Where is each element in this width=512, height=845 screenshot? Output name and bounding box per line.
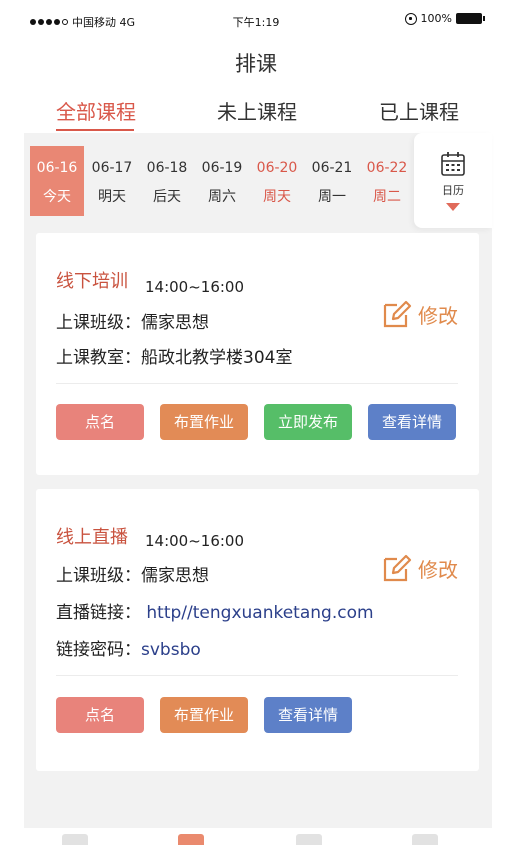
date-label: 06-21 xyxy=(311,160,353,176)
tab-bar-home-icon[interactable] xyxy=(62,834,88,845)
battery-icon xyxy=(456,13,485,24)
edit-icon xyxy=(383,554,412,582)
live-link-label: 直播链接： xyxy=(56,603,141,623)
divider xyxy=(56,675,458,676)
date-item-0622[interactable]: 06-22 周二 xyxy=(360,146,414,216)
course-card-online: 线上直播 14:00~16:00 上课班级：儒家思想 直播链接： http//t… xyxy=(36,489,479,771)
course-type: 线上直播 xyxy=(56,527,128,548)
room-value: 船政北教学楼304室 xyxy=(141,348,293,368)
weekday-label: 周天 xyxy=(263,189,291,205)
class-row: 上课班级：儒家思想 xyxy=(56,308,209,333)
calendar-icon xyxy=(441,152,465,176)
course-type: 线下培训 xyxy=(56,271,128,292)
date-label: 06-19 xyxy=(201,160,243,176)
link-password-row: 链接密码：svbsbo xyxy=(56,635,201,660)
assign-homework-button[interactable]: 布置作业 xyxy=(160,404,248,440)
link-password-label: 链接密码： xyxy=(56,640,141,660)
class-label: 上课班级： xyxy=(56,566,141,586)
calendar-button[interactable]: 日历 xyxy=(414,133,492,228)
edit-label: 修改 xyxy=(418,557,458,582)
rotation-lock-icon xyxy=(404,12,417,25)
class-value: 儒家思想 xyxy=(141,313,209,333)
class-row: 上课班级：儒家思想 xyxy=(56,561,209,586)
class-label: 上课班级： xyxy=(56,313,141,333)
divider xyxy=(56,383,458,384)
edit-button[interactable]: 修改 xyxy=(382,553,458,583)
date-label: 06-17 xyxy=(91,160,133,176)
live-link-row: 直播链接： http//tengxuanketang.com xyxy=(56,598,374,623)
assign-homework-button[interactable]: 布置作业 xyxy=(160,697,248,733)
course-time: 14:00~16:00 xyxy=(145,278,245,296)
date-item-0616[interactable]: 06-16 今天 xyxy=(30,146,84,216)
date-item-0618[interactable]: 06-18 后天 xyxy=(140,146,194,216)
page-title: 排课 xyxy=(235,52,277,76)
class-value: 儒家思想 xyxy=(141,566,209,586)
date-item-0621[interactable]: 06-21 周一 xyxy=(305,146,359,216)
roll-call-button[interactable]: 点名 xyxy=(56,404,144,440)
status-right: 100% xyxy=(404,12,485,25)
battery-label: 100% xyxy=(420,12,452,25)
edit-label: 修改 xyxy=(418,303,458,328)
tab-upcoming-courses[interactable]: 未上课程 xyxy=(217,96,297,125)
date-item-0619[interactable]: 06-19 周六 xyxy=(195,146,249,216)
room-row: 上课教室：船政北教学楼304室 xyxy=(56,343,292,368)
edit-button[interactable]: 修改 xyxy=(382,299,458,329)
tab-bar-courses-icon[interactable] xyxy=(296,834,322,845)
tab-finished-courses[interactable]: 已上课程 xyxy=(379,96,459,125)
edit-icon xyxy=(383,300,412,328)
weekday-label: 明天 xyxy=(98,189,126,205)
tab-all-courses[interactable]: 全部课程 xyxy=(56,96,136,125)
live-link-value[interactable]: http//tengxuanketang.com xyxy=(146,603,373,623)
weekday-label: 后天 xyxy=(153,189,181,205)
date-label: 06-18 xyxy=(146,160,188,176)
view-details-button[interactable]: 查看详情 xyxy=(368,404,456,440)
course-time: 14:00~16:00 xyxy=(145,532,245,550)
status-bar: 中国移动 4G 下午1:19 100% xyxy=(0,0,512,40)
roll-call-button[interactable]: 点名 xyxy=(56,697,144,733)
weekday-label: 周一 xyxy=(318,189,346,205)
calendar-label: 日历 xyxy=(442,184,464,197)
tab-bar-profile-icon[interactable] xyxy=(412,834,438,845)
weekday-label: 今天 xyxy=(43,189,71,205)
tab-bar-schedule-icon[interactable] xyxy=(178,834,204,845)
publish-now-button[interactable]: 立即发布 xyxy=(264,404,352,440)
tab-active-indicator xyxy=(56,129,134,131)
course-card-offline: 线下培训 14:00~16:00 上课班级：儒家思想 上课教室：船政北教学楼30… xyxy=(36,233,479,475)
date-label: 06-20 xyxy=(256,160,298,176)
chevron-down-icon xyxy=(446,203,460,211)
link-password-value: svbsbo xyxy=(141,640,201,660)
date-label: 06-16 xyxy=(36,160,78,176)
view-details-button[interactable]: 查看详情 xyxy=(264,697,352,733)
date-item-0620[interactable]: 06-20 周天 xyxy=(250,146,304,216)
weekday-label: 周二 xyxy=(373,189,401,205)
date-label: 06-22 xyxy=(366,160,408,176)
room-label: 上课教室： xyxy=(56,348,141,368)
date-item-0617[interactable]: 06-17 明天 xyxy=(85,146,139,216)
weekday-label: 周六 xyxy=(208,189,236,205)
